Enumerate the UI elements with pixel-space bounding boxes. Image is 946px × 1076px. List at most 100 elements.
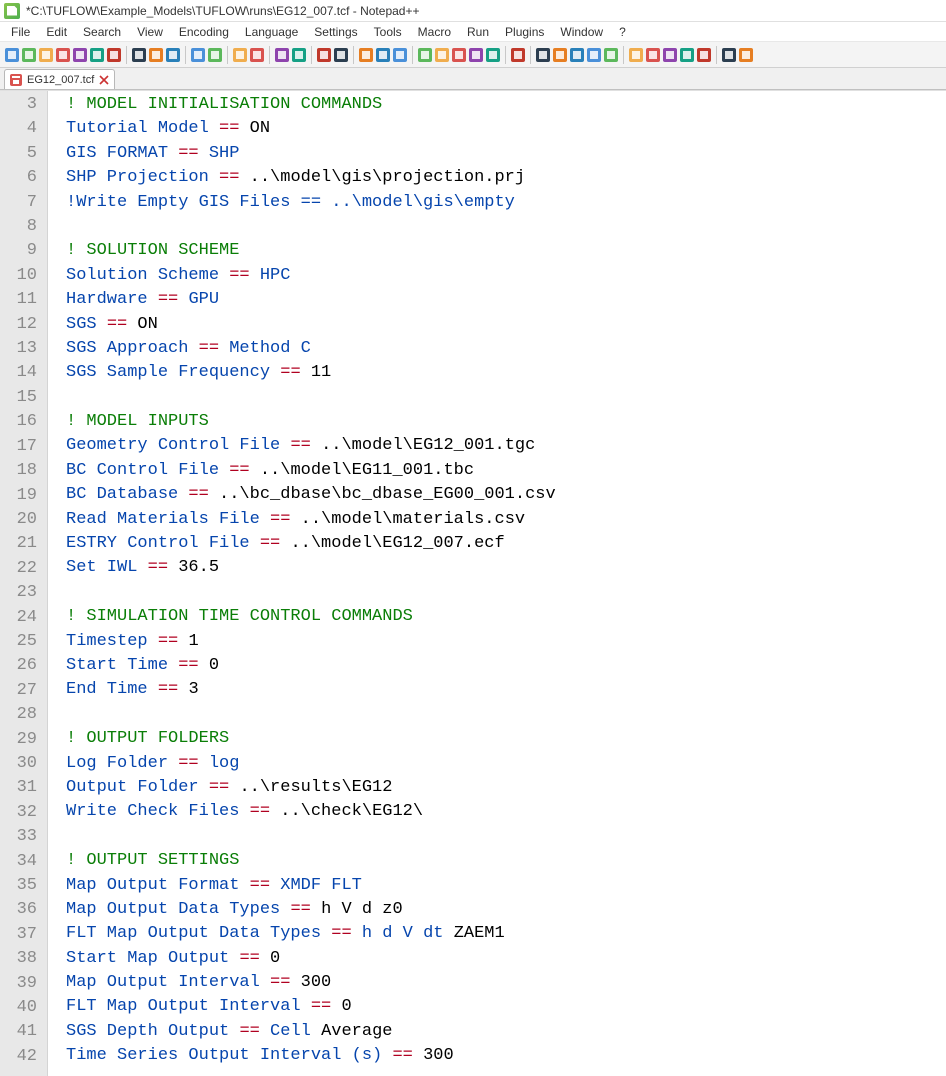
copy-icon[interactable] xyxy=(148,47,164,63)
func-list-icon[interactable] xyxy=(468,47,484,63)
misc2-icon[interactable] xyxy=(738,47,754,63)
menu-window[interactable]: Window xyxy=(553,23,610,41)
code-line[interactable]: ! OUTPUT SETTINGS xyxy=(66,849,946,873)
code-line[interactable]: Log Folder == log xyxy=(66,752,946,776)
lang-icon[interactable] xyxy=(417,47,433,63)
whitespace-icon[interactable] xyxy=(375,47,391,63)
redo-icon[interactable] xyxy=(207,47,223,63)
code-line[interactable]: Map Output Format == XMDF FLT xyxy=(66,874,946,898)
code-line[interactable] xyxy=(66,581,946,605)
close-all-icon[interactable] xyxy=(89,47,105,63)
doc-list-icon[interactable] xyxy=(451,47,467,63)
menu-macro[interactable]: Macro xyxy=(411,23,458,41)
menu-edit[interactable]: Edit xyxy=(39,23,74,41)
line-number: 39 xyxy=(12,972,37,996)
play-icon[interactable] xyxy=(569,47,585,63)
code-line[interactable]: ESTRY Control File == ..\model\EG12_007.… xyxy=(66,532,946,556)
nav-back-icon[interactable] xyxy=(645,47,661,63)
print-icon[interactable] xyxy=(106,47,122,63)
compare-icon[interactable] xyxy=(628,47,644,63)
stop-rec-icon[interactable] xyxy=(552,47,568,63)
code-line[interactable]: ! SIMULATION TIME CONTROL COMMANDS xyxy=(66,605,946,629)
code-area[interactable]: ! MODEL INITIALISATION COMMANDSTutorial … xyxy=(48,91,946,1076)
menu-language[interactable]: Language xyxy=(238,23,305,41)
code-line[interactable]: !Write Empty GIS Files == ..\model\gis\e… xyxy=(66,191,946,215)
editor[interactable]: 3456789101112131415161718192021222324252… xyxy=(0,90,946,1076)
close-icon[interactable] xyxy=(72,47,88,63)
menu-encoding[interactable]: Encoding xyxy=(172,23,236,41)
code-line[interactable]: Read Materials File == ..\model\material… xyxy=(66,508,946,532)
open-file-icon[interactable] xyxy=(21,47,37,63)
code-line[interactable]: Tutorial Model == ON xyxy=(66,117,946,141)
folder-icon[interactable] xyxy=(485,47,501,63)
code-line[interactable]: SGS == ON xyxy=(66,313,946,337)
code-line[interactable]: End Time == 3 xyxy=(66,678,946,702)
code-line[interactable]: BC Control File == ..\model\EG11_001.tbc xyxy=(66,459,946,483)
cut-icon[interactable] xyxy=(131,47,147,63)
new-file-icon[interactable] xyxy=(4,47,20,63)
menu-run[interactable]: Run xyxy=(460,23,496,41)
wrap-icon[interactable] xyxy=(358,47,374,63)
code-line[interactable]: Hardware == GPU xyxy=(66,288,946,312)
menu-settings[interactable]: Settings xyxy=(307,23,364,41)
menu-search[interactable]: Search xyxy=(76,23,128,41)
code-line[interactable]: ! SOLUTION SCHEME xyxy=(66,239,946,263)
misc1-icon[interactable] xyxy=(721,47,737,63)
code-line[interactable]: Timestep == 1 xyxy=(66,630,946,654)
menu-tools[interactable]: Tools xyxy=(367,23,409,41)
code-line[interactable]: Map Output Data Types == h V d z0 xyxy=(66,898,946,922)
sync-h-icon[interactable] xyxy=(333,47,349,63)
code-line[interactable]: ! OUTPUT FOLDERS xyxy=(66,727,946,751)
play-multi-icon[interactable] xyxy=(586,47,602,63)
undo-icon[interactable] xyxy=(190,47,206,63)
code-line[interactable]: SHP Projection == ..\model\gis\projectio… xyxy=(66,166,946,190)
save-icon[interactable] xyxy=(38,47,54,63)
tab-eg12-007[interactable]: EG12_007.tcf xyxy=(4,69,115,89)
code-line[interactable]: BC Database == ..\bc_dbase\bc_dbase_EG00… xyxy=(66,483,946,507)
code-line[interactable]: FLT Map Output Data Types == h d V dt ZA… xyxy=(66,922,946,946)
doc-map-icon[interactable] xyxy=(434,47,450,63)
code-line[interactable]: Time Series Output Interval (s) == 300 xyxy=(66,1044,946,1068)
code-line[interactable]: Output Folder == ..\results\EG12 xyxy=(66,776,946,800)
code-line[interactable] xyxy=(66,703,946,727)
tab-close-icon[interactable] xyxy=(98,74,110,86)
code-line[interactable] xyxy=(66,386,946,410)
record-icon[interactable] xyxy=(535,47,551,63)
paste-icon[interactable] xyxy=(165,47,181,63)
code-line[interactable]: SGS Sample Frequency == 11 xyxy=(66,361,946,385)
code-line[interactable] xyxy=(66,215,946,239)
code-line[interactable]: Start Time == 0 xyxy=(66,654,946,678)
menu-help[interactable]: ? xyxy=(612,23,633,41)
find-icon[interactable] xyxy=(232,47,248,63)
menu-view[interactable]: View xyxy=(130,23,170,41)
code-line[interactable]: ! MODEL INPUTS xyxy=(66,410,946,434)
sync-v-icon[interactable] xyxy=(316,47,332,63)
toggle-icon[interactable] xyxy=(696,47,712,63)
line-number: 42 xyxy=(12,1045,37,1069)
code-line[interactable]: Geometry Control File == ..\model\EG12_0… xyxy=(66,434,946,458)
code-line[interactable]: Write Check Files == ..\check\EG12\ xyxy=(66,800,946,824)
code-line[interactable]: SGS Approach == Method C xyxy=(66,337,946,361)
code-line[interactable]: ! MODEL INITIALISATION COMMANDS xyxy=(66,93,946,117)
line-number: 13 xyxy=(12,337,37,361)
zoom-in-icon[interactable] xyxy=(274,47,290,63)
replace-icon[interactable] xyxy=(249,47,265,63)
mark-icon[interactable] xyxy=(679,47,695,63)
code-line[interactable]: Map Output Interval == 300 xyxy=(66,971,946,995)
zoom-out-icon[interactable] xyxy=(291,47,307,63)
code-line[interactable]: GIS FORMAT == SHP xyxy=(66,142,946,166)
code-line[interactable] xyxy=(66,825,946,849)
code-line[interactable]: Set IWL == 36.5 xyxy=(66,556,946,580)
line-number: 36 xyxy=(12,898,37,922)
code-line[interactable]: Start Map Output == 0 xyxy=(66,947,946,971)
indent-guide-icon[interactable] xyxy=(392,47,408,63)
code-line[interactable]: SGS Depth Output == Cell Average xyxy=(66,1020,946,1044)
nav-fwd-icon[interactable] xyxy=(662,47,678,63)
code-line[interactable]: Solution Scheme == HPC xyxy=(66,264,946,288)
code-line[interactable]: FLT Map Output Interval == 0 xyxy=(66,995,946,1019)
save-macro-icon[interactable] xyxy=(603,47,619,63)
menu-plugins[interactable]: Plugins xyxy=(498,23,551,41)
monitor-icon[interactable] xyxy=(510,47,526,63)
save-all-icon[interactable] xyxy=(55,47,71,63)
menu-file[interactable]: File xyxy=(4,23,37,41)
